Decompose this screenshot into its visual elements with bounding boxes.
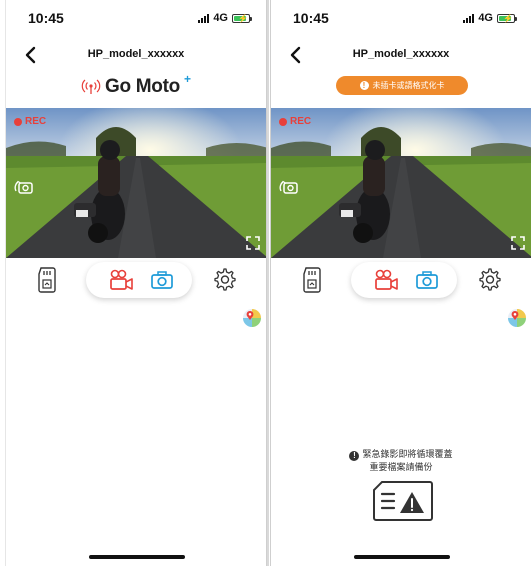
mode-toggle xyxy=(86,262,192,298)
network-label: 4G xyxy=(478,12,493,24)
gear-icon[interactable] xyxy=(212,267,236,291)
video-camera-icon[interactable] xyxy=(108,269,134,291)
gear-icon[interactable] xyxy=(477,267,501,291)
brand-name: Go Moto xyxy=(105,76,180,97)
warning-text: 未插卡或請格式化卡 xyxy=(372,81,445,90)
camera-switch-icon[interactable] xyxy=(14,178,36,196)
rec-dot-icon xyxy=(14,117,22,126)
rec-label: REC xyxy=(290,116,312,127)
rec-indicator: REC xyxy=(279,116,311,127)
sd-card-icon[interactable] xyxy=(302,267,322,293)
signal-icon xyxy=(463,13,475,23)
rec-label: REC xyxy=(25,116,47,127)
rec-dot-icon xyxy=(279,117,287,126)
motorcycle-road-image xyxy=(271,108,531,258)
page-title: HP_model_xxxxxx xyxy=(352,48,450,60)
home-indicator[interactable] xyxy=(354,555,450,559)
phone-screen-right: 10:45 4G ⚡ HP_model_xxxxxx ! 未插卡或請格式化卡 R… xyxy=(270,0,531,566)
home-indicator[interactable] xyxy=(89,555,185,559)
status-time: 10:45 xyxy=(293,10,329,26)
map-pin-icon[interactable] xyxy=(507,308,527,328)
fullscreen-icon[interactable] xyxy=(246,236,260,250)
brand-logo: Go Moto + xyxy=(6,72,266,100)
notice-line-1-text: 緊急錄影即將循環覆蓋 xyxy=(362,449,453,459)
alert-icon: ! xyxy=(349,451,360,461)
wifi-icon xyxy=(81,79,101,94)
camera-controls xyxy=(6,262,266,302)
camera-controls xyxy=(271,262,531,302)
battery-icon: ⚡ xyxy=(232,13,252,23)
sd-warning-icon xyxy=(373,481,433,521)
storage-notice: ! 緊急錄影即將循環覆蓋 重要檔案請備份 xyxy=(271,448,531,474)
camera-switch-icon[interactable] xyxy=(279,178,301,196)
page-title: HP_model_xxxxxx xyxy=(87,48,185,60)
video-camera-icon[interactable] xyxy=(373,269,399,291)
motorcycle-road-image xyxy=(6,108,266,258)
fullscreen-icon[interactable] xyxy=(511,236,525,250)
live-video-preview[interactable]: REC xyxy=(271,108,531,258)
notice-line-2: 重要檔案請備份 xyxy=(369,462,433,472)
battery-icon: ⚡ xyxy=(497,13,517,23)
map-pin-icon[interactable] xyxy=(242,308,262,328)
signal-icon xyxy=(198,13,210,23)
status-indicators: 4G ⚡ xyxy=(198,12,252,24)
sd-card-warning-banner[interactable]: ! 未插卡或請格式化卡 xyxy=(336,76,468,95)
screen-divider xyxy=(267,0,269,566)
phone-screen-left: 10:45 4G ⚡ HP_model_xxxxxx Go Moto + REC xyxy=(5,0,267,566)
brand-plus: + xyxy=(183,72,191,86)
photo-camera-icon[interactable] xyxy=(415,270,439,290)
live-video-preview[interactable]: REC xyxy=(6,108,266,258)
photo-camera-icon[interactable] xyxy=(150,270,174,290)
network-label: 4G xyxy=(213,12,228,24)
notice-line-1: ! 緊急錄影即將循環覆蓋 xyxy=(271,448,531,461)
status-indicators: 4G ⚡ xyxy=(463,12,517,24)
sd-card-icon[interactable] xyxy=(37,267,57,293)
status-time: 10:45 xyxy=(28,10,64,26)
rec-indicator: REC xyxy=(14,116,46,127)
mode-toggle xyxy=(351,262,457,298)
alert-icon: ! xyxy=(359,81,369,90)
